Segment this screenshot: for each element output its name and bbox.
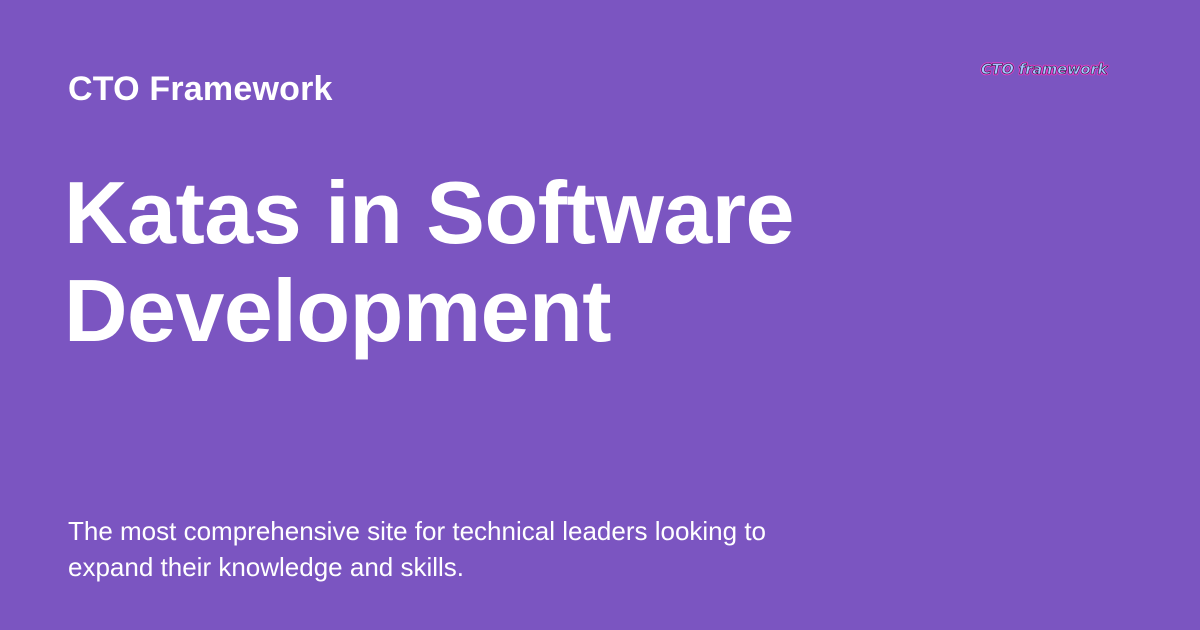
page-title-line-1: Katas in Software [64,163,794,262]
page-title: Katas in Software Development [64,164,1064,360]
site-description-line-1: The most comprehensive site for technica… [68,516,767,546]
page-title-line-2: Development [64,261,612,360]
site-description-line-2: expand their knowledge and skills. [68,552,465,582]
site-description: The most comprehensive site for technica… [68,513,868,585]
site-logo-text: CTO framework [981,62,1109,78]
site-logo: CTO framework CTO framework [980,56,1120,82]
site-name: CTO Framework [68,70,333,108]
og-card: { "card": { "background_color": "#7b55c1… [0,0,1200,630]
